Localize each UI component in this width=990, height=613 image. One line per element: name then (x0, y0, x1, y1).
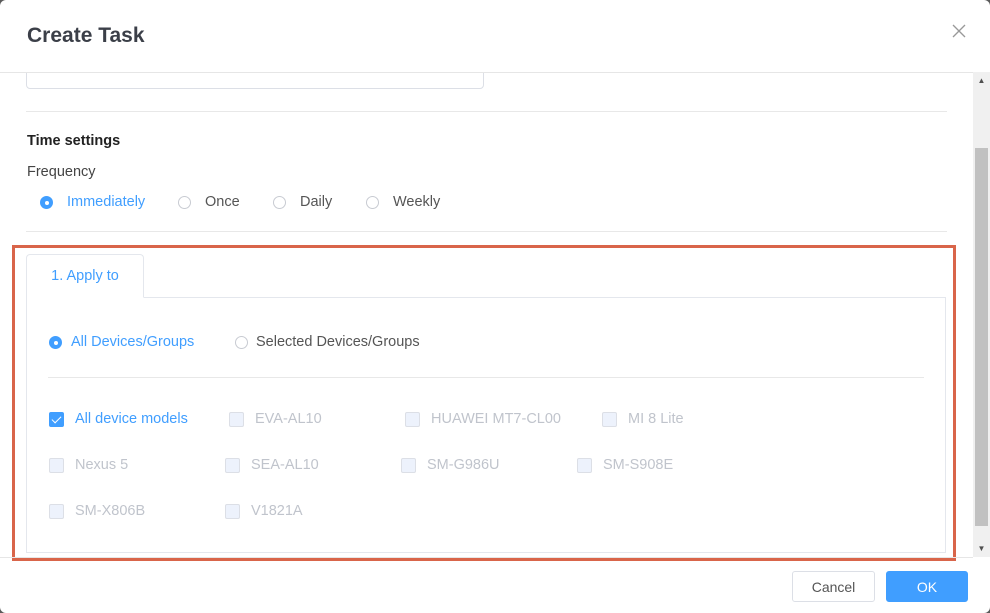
checkbox-indicator (229, 411, 244, 427)
radio-indicator (49, 335, 62, 349)
radio-label: Once (205, 194, 240, 210)
status-dot-icon (44, 72, 62, 73)
radio-indicator (366, 195, 379, 209)
checkbox-label: SEA-AL10 (251, 457, 319, 473)
divider (48, 377, 924, 378)
checkbox-label: EVA-AL10 (255, 411, 322, 427)
checkbox-label: V1821A (251, 503, 303, 519)
checkbox-device-model[interactable]: EVA-AL10 (229, 411, 322, 427)
checkbox-label: SM-G986U (427, 457, 500, 473)
close-icon[interactable] (950, 22, 968, 40)
dialog-body: ∨ Time settings Frequency Immediately On… (0, 72, 973, 558)
checkbox-device-model[interactable]: SM-G986U (401, 457, 500, 473)
checkbox-device-model[interactable]: SM-S908E (577, 457, 673, 473)
checkbox-label: Nexus 5 (75, 457, 129, 473)
dialog-title: Create Task (27, 24, 145, 47)
radio-label: Selected Devices/Groups (256, 334, 420, 350)
frequency-radio-weekly[interactable]: Weekly (366, 194, 440, 210)
scope-radio-selected-devices[interactable]: Selected Devices/Groups (235, 334, 420, 350)
checkbox-label: HUAWEI MT7-CL00 (431, 411, 561, 427)
checkbox-indicator (49, 503, 64, 519)
checkbox-indicator (405, 411, 420, 427)
checkbox-all-device-models[interactable]: All device models (49, 411, 188, 427)
footer-divider (0, 557, 973, 558)
checkbox-device-model[interactable]: MI 8 Lite (602, 411, 684, 427)
radio-label: All Devices/Groups (71, 334, 195, 350)
checkbox-device-model[interactable]: SEA-AL10 (225, 457, 319, 473)
checkbox-label: All device models (75, 411, 188, 427)
checkbox-indicator (225, 503, 240, 519)
radio-indicator (40, 195, 53, 209)
cancel-button[interactable]: Cancel (792, 571, 875, 602)
scope-radio-all-devices[interactable]: All Devices/Groups (49, 334, 194, 350)
checkbox-label: MI 8 Lite (628, 411, 684, 427)
frequency-label: Frequency (27, 164, 96, 180)
vertical-scrollbar[interactable]: ▲ ▼ (973, 72, 990, 557)
checkbox-label: SM-S908E (603, 457, 674, 473)
checkbox-indicator (602, 411, 617, 427)
scroll-down-arrow-icon[interactable]: ▼ (973, 540, 990, 557)
frequency-radio-immediately[interactable]: Immediately (40, 194, 145, 210)
checkbox-indicator (49, 457, 64, 473)
checkbox-indicator (577, 457, 592, 473)
checkbox-device-model[interactable]: SM-X806B (49, 503, 145, 519)
radio-label: Daily (300, 194, 333, 210)
radio-indicator (273, 195, 286, 209)
radio-label: Immediately (67, 194, 146, 210)
checkbox-indicator (225, 457, 240, 473)
time-settings-title: Time settings (27, 133, 121, 149)
ok-button[interactable]: OK (886, 571, 968, 602)
checkbox-device-model[interactable]: Nexus 5 (49, 457, 128, 473)
checkbox-device-model[interactable]: HUAWEI MT7-CL00 (405, 411, 561, 427)
radio-indicator (235, 335, 248, 349)
scroll-up-arrow-icon[interactable]: ▲ (973, 72, 990, 89)
divider (26, 231, 947, 232)
checkbox-label: SM-X806B (75, 503, 146, 519)
chevron-down-icon: ∨ (179, 72, 186, 73)
partial-select-field[interactable]: ∨ (26, 72, 484, 89)
checkbox-indicator (401, 457, 416, 473)
frequency-radio-once[interactable]: Once (178, 194, 240, 210)
checkbox-indicator (49, 411, 64, 427)
create-task-dialog: Create Task ∨ Time settings Frequency Im… (0, 0, 990, 613)
frequency-radio-daily[interactable]: Daily (273, 194, 332, 210)
apply-to-tabs: 1. Apply to (26, 254, 946, 298)
scrollbar-thumb[interactable] (975, 148, 988, 526)
divider (26, 111, 947, 112)
checkbox-device-model[interactable]: V1821A (225, 503, 303, 519)
radio-indicator (178, 195, 191, 209)
radio-label: Weekly (393, 194, 441, 210)
tab-apply-to[interactable]: 1. Apply to (26, 254, 144, 298)
